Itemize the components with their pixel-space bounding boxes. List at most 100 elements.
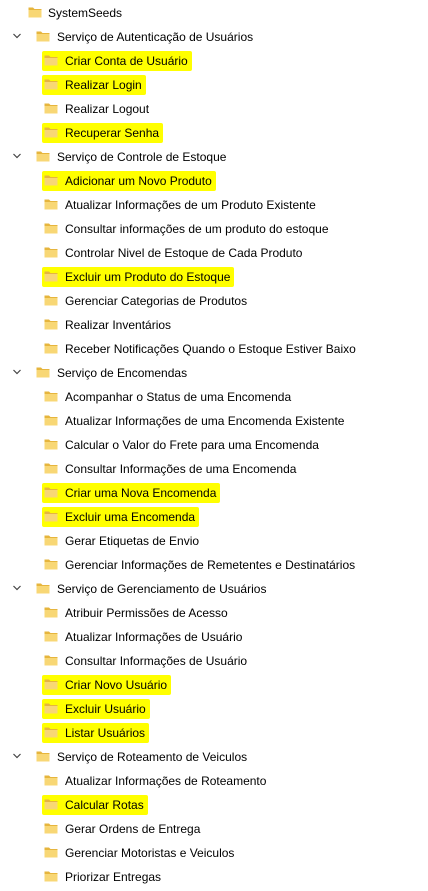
chevron-down-icon[interactable] — [12, 751, 22, 761]
tree-item[interactable]: Consultar Informações de uma Encomenda — [0, 457, 428, 481]
folder-icon — [44, 294, 58, 306]
tree-item[interactable]: Recuperar Senha — [0, 121, 428, 145]
tree-item[interactable]: Serviço de Autenticação de Usuários — [0, 25, 428, 49]
tree-item-label: Atualizar Informações de Roteamento — [65, 774, 267, 788]
tree-item-label: Serviço de Roteamento de Veiculos — [57, 750, 248, 764]
tree-item-label: Consultar Informações de uma Encomenda — [65, 462, 297, 476]
tree-item-label: Receber Notificações Quando o Estoque Es… — [65, 342, 356, 356]
tree-item[interactable]: Acompanhar o Status de uma Encomenda — [0, 385, 428, 409]
folder-icon — [36, 150, 50, 162]
tree-item[interactable]: Atualizar Informações de Usuário — [0, 625, 428, 649]
tree-item[interactable]: Controlar Nivel de Estoque de Cada Produ… — [0, 241, 428, 265]
folder-icon — [44, 558, 58, 570]
tree-item[interactable]: Atribuir Permissões de Acesso — [0, 601, 428, 625]
tree-item[interactable]: Priorizar Entregas — [0, 865, 428, 889]
tree-item[interactable]: Consultar informações de um produto do e… — [0, 217, 428, 241]
tree-item-label: Atualizar Informações de uma Encomenda E… — [65, 414, 345, 428]
folder-icon — [44, 318, 58, 330]
folder-icon — [28, 6, 42, 18]
tree-item-label: Gerar Etiquetas de Envio — [65, 534, 200, 548]
folder-icon — [36, 366, 50, 378]
tree-item-label: Atualizar Informações de Usuário — [65, 630, 243, 644]
tree-item-label: Serviço de Autenticação de Usuários — [57, 30, 254, 44]
folder-icon — [44, 702, 58, 714]
tree-item-label: Consultar Informações de Usuário — [65, 654, 248, 668]
tree-item[interactable]: Calcular o Valor do Frete para uma Encom… — [0, 433, 428, 457]
tree-item[interactable]: Criar uma Nova Encomenda — [0, 481, 428, 505]
tree-item[interactable]: Calcular Rotas — [0, 793, 428, 817]
folder-icon — [44, 870, 58, 882]
tree-item[interactable]: Criar Novo Usuário — [0, 673, 428, 697]
tree-item-label: Gerenciar Motoristas e Veiculos — [65, 846, 235, 860]
tree-item[interactable]: Atualizar Informações de um Produto Exis… — [0, 193, 428, 217]
tree-item[interactable]: Excluir uma Encomenda — [0, 505, 428, 529]
folder-icon — [36, 750, 50, 762]
tree-item[interactable]: SystemSeeds — [0, 1, 428, 25]
tree-item-label: Realizar Login — [65, 78, 142, 92]
tree-item-label: Gerenciar Categorias de Produtos — [65, 294, 248, 308]
folder-icon — [44, 678, 58, 690]
tree-item[interactable]: Realizar Inventários — [0, 313, 428, 337]
tree-item-label: Serviço de Controle de Estoque — [57, 150, 227, 164]
tree-item-label: Excluir Usuário — [65, 702, 146, 716]
tree-item-label: Atribuir Permissões de Acesso — [65, 606, 228, 620]
tree-item[interactable]: Gerar Ordens de Entrega — [0, 817, 428, 841]
tree-item[interactable]: Serviço de Gerenciamento de Usuários — [0, 577, 428, 601]
folder-icon — [44, 390, 58, 402]
folder-icon — [44, 510, 58, 522]
tree-item[interactable]: Serviço de Encomendas — [0, 361, 428, 385]
tree-item[interactable]: Gerar Etiquetas de Envio — [0, 529, 428, 553]
folder-icon — [44, 174, 58, 186]
tree-item[interactable]: Realizar Logout — [0, 97, 428, 121]
tree-item-label: Serviço de Gerenciamento de Usuários — [57, 582, 267, 596]
chevron-down-icon[interactable] — [12, 583, 22, 593]
tree-item[interactable]: Atualizar Informações de Roteamento — [0, 769, 428, 793]
tree-item[interactable]: Consultar Informações de Usuário — [0, 649, 428, 673]
folder-icon — [44, 630, 58, 642]
chevron-down-icon[interactable] — [12, 31, 22, 41]
tree-item-label: Priorizar Entregas — [65, 870, 162, 884]
tree-item[interactable]: Realizar Login — [0, 73, 428, 97]
folder-icon — [44, 462, 58, 474]
tree-item[interactable]: Excluir Usuário — [0, 697, 428, 721]
chevron-down-icon[interactable] — [12, 151, 22, 161]
tree-item[interactable]: Criar Conta de Usuário — [0, 49, 428, 73]
tree-item[interactable]: Gerenciar Informações de Remetentes e De… — [0, 553, 428, 577]
tree-item-label: Adicionar um Novo Produto — [65, 174, 212, 188]
folder-icon — [44, 486, 58, 498]
tree-item-label: Consultar informações de um produto do e… — [65, 222, 329, 236]
folder-icon — [44, 606, 58, 618]
tree-item-label: Calcular o Valor do Frete para uma Encom… — [65, 438, 319, 452]
tree-item[interactable]: Serviço de Roteamento de Veiculos — [0, 745, 428, 769]
tree-item[interactable]: Atualizar Informações de uma Encomenda E… — [0, 409, 428, 433]
folder-icon — [44, 126, 58, 138]
folder-icon — [44, 246, 58, 258]
tree-item-label: Gerenciar Informações de Remetentes e De… — [65, 558, 356, 572]
tree-item[interactable]: Serviço de Controle de Estoque — [0, 145, 428, 169]
tree-item-label: Acompanhar o Status de uma Encomenda — [65, 390, 292, 404]
folder-icon — [44, 102, 58, 114]
folder-icon — [36, 582, 50, 594]
folder-tree: SystemSeeds Serviço de Autenticação de Us… — [0, 0, 428, 891]
tree-item-label: Excluir uma Encomenda — [65, 510, 196, 524]
tree-item[interactable]: Adicionar um Novo Produto — [0, 169, 428, 193]
folder-icon — [44, 726, 58, 738]
folder-icon — [44, 534, 58, 546]
tree-item[interactable]: Receber Notificações Quando o Estoque Es… — [0, 337, 428, 361]
folder-icon — [36, 30, 50, 42]
tree-item-label: Realizar Logout — [65, 102, 150, 116]
folder-icon — [44, 222, 58, 234]
folder-icon — [44, 822, 58, 834]
tree-item[interactable]: Listar Usuários — [0, 721, 428, 745]
tree-item[interactable]: Excluir um Produto do Estoque — [0, 265, 428, 289]
tree-item[interactable]: Gerenciar Motoristas e Veiculos — [0, 841, 428, 865]
folder-icon — [44, 78, 58, 90]
folder-icon — [44, 774, 58, 786]
chevron-down-icon[interactable] — [12, 367, 22, 377]
folder-icon — [44, 414, 58, 426]
folder-icon — [44, 798, 58, 810]
tree-item-label: Excluir um Produto do Estoque — [65, 270, 231, 284]
tree-item[interactable]: Gerenciar Categorias de Produtos — [0, 289, 428, 313]
tree-item-label: Recuperar Senha — [65, 126, 160, 140]
tree-item-label: Criar uma Nova Encomenda — [65, 486, 217, 500]
